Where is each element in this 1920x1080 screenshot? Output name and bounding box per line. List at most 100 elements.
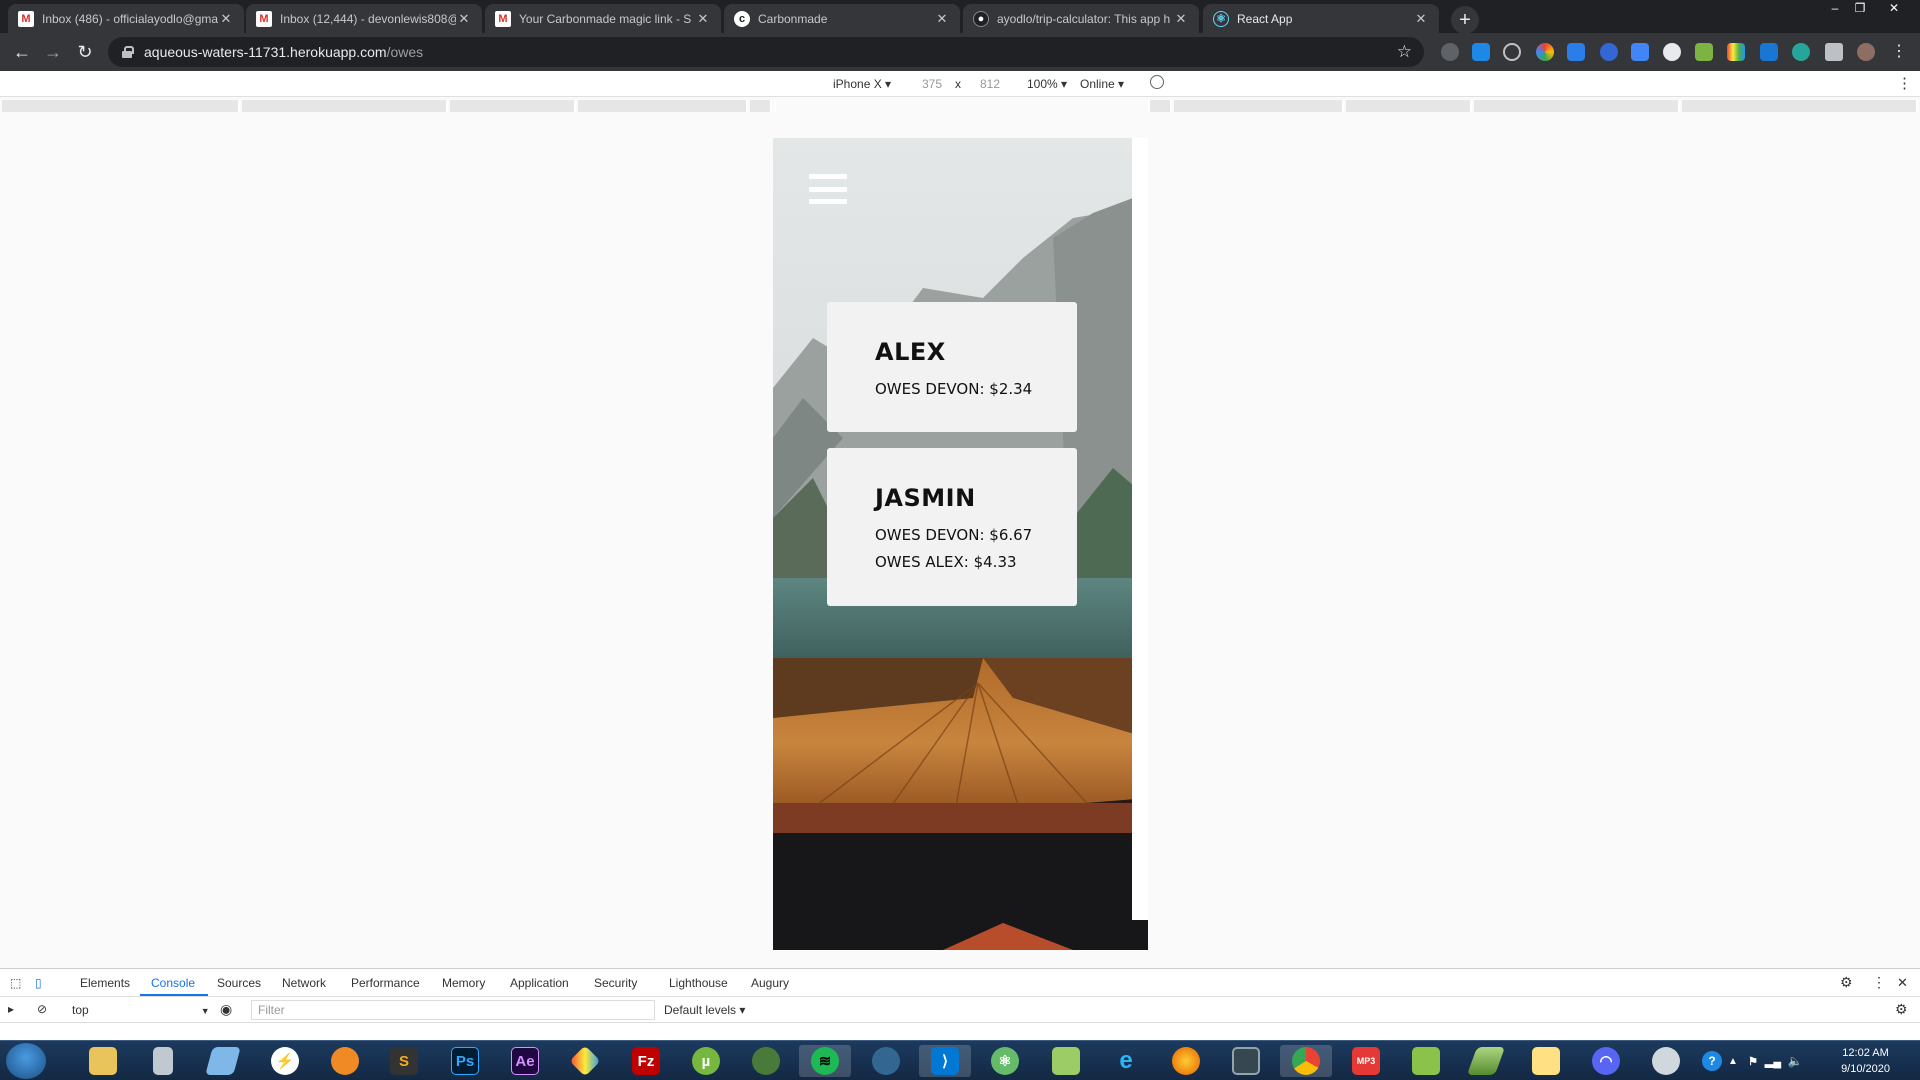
media-query-segment[interactable] <box>578 100 748 112</box>
internet-explorer-icon[interactable]: e <box>1100 1045 1152 1077</box>
close-icon[interactable]: ✕ <box>1413 11 1429 27</box>
bookmark-star-icon[interactable]: ☆ <box>1397 42 1412 62</box>
media-query-segment[interactable] <box>2 100 240 112</box>
profile-avatar[interactable] <box>1857 43 1875 61</box>
tab-network[interactable]: Network <box>282 976 326 990</box>
chrome-icon[interactable] <box>1280 1045 1332 1077</box>
tab-security[interactable]: Security <box>594 976 637 990</box>
media-query-segment[interactable] <box>450 100 576 112</box>
browser-tab[interactable]: M Inbox (486) - officialayodlo@gma ✕ <box>8 4 244 33</box>
photoshop-icon[interactable]: Ps <box>439 1045 491 1077</box>
more-options-icon[interactable]: ⋮ <box>1872 974 1886 991</box>
volume-icon[interactable]: 🔈 <box>1786 1045 1804 1077</box>
action-center-flag-icon[interactable]: ⚑ <box>1744 1045 1762 1077</box>
filezilla-icon[interactable]: Fz <box>620 1045 672 1077</box>
device-select[interactable]: iPhone X ▾ <box>833 77 891 91</box>
file-explorer-icon[interactable] <box>77 1045 129 1077</box>
notes-app-icon[interactable] <box>197 1045 249 1077</box>
tab-lighthouse[interactable]: Lighthouse <box>669 976 728 990</box>
extension-icon[interactable] <box>1695 43 1713 61</box>
app-icon[interactable] <box>559 1045 611 1077</box>
address-bar[interactable]: aqueous-waters-11731.herokuapp.com /owes… <box>108 37 1424 67</box>
windows-start-button[interactable] <box>6 1043 46 1079</box>
postgresql-icon[interactable] <box>860 1045 912 1077</box>
media-query-segment[interactable] <box>1346 100 1472 112</box>
tab-augury[interactable]: Augury <box>751 976 789 990</box>
window-close-icon[interactable]: ✕ <box>1882 0 1906 16</box>
levels-select[interactable]: Default levels ▾ <box>664 1003 745 1017</box>
puzzle-icon[interactable] <box>1825 43 1843 61</box>
media-query-segment[interactable] <box>1474 100 1680 112</box>
after-effects-icon[interactable]: Ae <box>499 1045 551 1077</box>
close-icon[interactable]: ✕ <box>695 11 711 27</box>
extension-icon[interactable] <box>1727 43 1745 61</box>
discord-icon[interactable]: ◠ <box>1580 1045 1632 1077</box>
eye-icon[interactable]: ◉ <box>220 1001 232 1018</box>
app-icon[interactable] <box>1400 1045 1452 1077</box>
close-icon[interactable]: ✕ <box>1173 11 1189 27</box>
terminal-icon[interactable] <box>1220 1045 1272 1077</box>
close-icon[interactable]: ✕ <box>934 11 950 27</box>
settings-gear-icon[interactable]: ⚙ <box>1840 974 1853 991</box>
reload-icon[interactable]: ↻ <box>73 41 97 63</box>
help-icon[interactable]: ? <box>1700 1045 1724 1077</box>
browser-tab[interactable]: M Inbox (12,444) - devonlewis808@ ✕ <box>246 4 482 33</box>
menu-kebab-icon[interactable]: ⋮ <box>1891 43 1907 61</box>
tab-application[interactable]: Application <box>510 976 569 990</box>
device-toggle-icon[interactable]: ▯ <box>35 976 42 990</box>
browser-tab[interactable]: M Your Carbonmade magic link - S ✕ <box>485 4 721 33</box>
media-query-segment[interactable] <box>1174 100 1344 112</box>
tab-elements[interactable]: Elements <box>80 976 130 990</box>
hamburger-menu-icon[interactable] <box>809 174 847 204</box>
extension-u-icon[interactable] <box>1760 43 1778 61</box>
utorrent-icon[interactable]: µ <box>680 1045 732 1077</box>
app-icon[interactable]: ⚡ <box>259 1045 311 1077</box>
chart-app-icon[interactable] <box>1040 1045 1092 1077</box>
forward-arrow-icon[interactable]: → <box>41 41 65 63</box>
tab-performance[interactable]: Performance <box>351 976 420 990</box>
zoom-select[interactable]: 100% ▾ <box>1027 77 1067 91</box>
extension-icon[interactable] <box>1600 43 1618 61</box>
back-arrow-icon[interactable]: ← <box>10 41 34 63</box>
color-extension-icon[interactable] <box>1536 43 1554 61</box>
extension-icon[interactable] <box>1631 43 1649 61</box>
extension-icon[interactable] <box>1567 43 1585 61</box>
media-query-segment[interactable] <box>1150 100 1172 112</box>
inspect-element-icon[interactable]: ⬚ <box>10 976 21 990</box>
atom-icon[interactable]: ⚛ <box>979 1045 1031 1077</box>
scrollbar[interactable] <box>1132 138 1148 920</box>
network-signal-icon[interactable]: ▂▄ <box>1764 1045 1782 1077</box>
fl-studio-icon[interactable] <box>319 1045 371 1077</box>
app-icon[interactable] <box>1460 1045 1512 1077</box>
folder-icon[interactable] <box>1520 1045 1572 1077</box>
browser-tab-active[interactable]: ⚛ React App ✕ <box>1203 4 1439 33</box>
console-filter-input[interactable]: Filter <box>251 1000 655 1020</box>
tab-sources[interactable]: Sources <box>217 976 261 990</box>
sublime-text-icon[interactable]: S <box>378 1045 430 1077</box>
calculator-icon[interactable] <box>137 1045 189 1077</box>
close-icon[interactable]: ✕ <box>456 11 472 27</box>
width-input[interactable]: 375 <box>922 77 942 91</box>
gear-extension-icon[interactable] <box>1792 43 1810 61</box>
close-icon[interactable]: ✕ <box>218 11 234 27</box>
media-query-segment[interactable] <box>242 100 448 112</box>
browser-tab[interactable]: c Carbonmade ✕ <box>724 4 960 33</box>
extension-icon[interactable] <box>1663 43 1681 61</box>
spotify-icon[interactable]: ≋ <box>799 1045 851 1077</box>
vscode-icon[interactable]: ⟩ <box>919 1045 971 1077</box>
context-select[interactable]: top ▼ <box>72 1003 210 1017</box>
youtube-mp3-icon[interactable]: MP3 <box>1340 1045 1392 1077</box>
more-options-icon[interactable]: ⋮ <box>1897 74 1912 92</box>
system-clock[interactable]: 12:02 AM 9/10/2020 <box>1841 1045 1890 1077</box>
media-query-segment[interactable] <box>774 100 776 112</box>
extension-iq-icon[interactable] <box>1472 43 1490 61</box>
browser-tab[interactable]: ● ayodlo/trip-calculator: This app h ✕ <box>963 4 1199 33</box>
tray-expand-icon[interactable]: ▲ <box>1726 1045 1740 1077</box>
clear-console-icon[interactable]: ⊘ <box>37 1002 47 1016</box>
paint-icon[interactable] <box>1640 1045 1692 1077</box>
tab-memory[interactable]: Memory <box>442 976 485 990</box>
sidebar-toggle-icon[interactable]: ▸ <box>8 1002 14 1016</box>
console-settings-icon[interactable]: ⚙ <box>1895 1001 1908 1018</box>
tab-console[interactable]: Console <box>151 976 195 990</box>
network-select[interactable]: Online ▾ <box>1080 77 1124 91</box>
